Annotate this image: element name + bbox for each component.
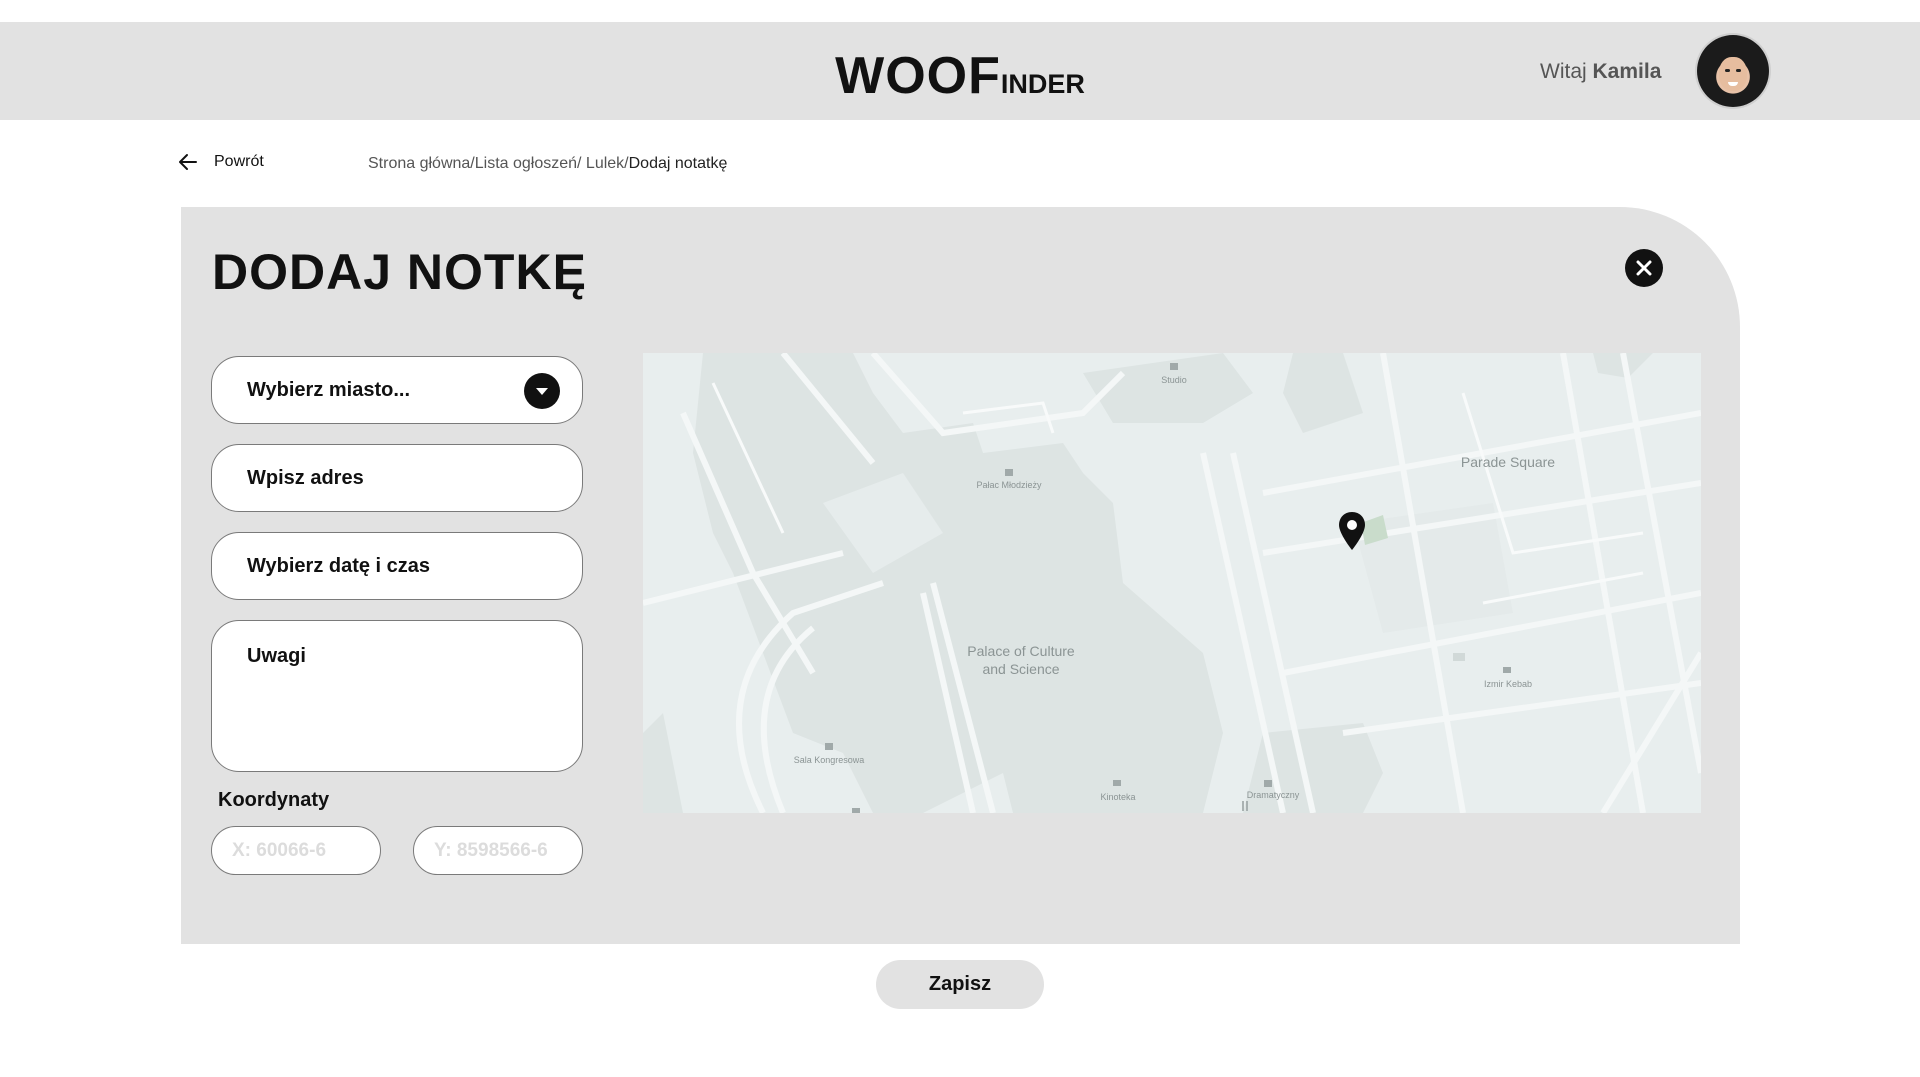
app-header: WOOFINDER Witaj Kamila — [0, 22, 1920, 120]
user-greeting: Witaj Kamila — [1540, 60, 1661, 84]
datetime-field-label: Wybierz datę i czas — [247, 554, 431, 577]
logo-suffix: INDER — [1000, 69, 1085, 99]
city-dropdown-button[interactable] — [524, 373, 560, 409]
map-label-parade-square: Parade Square — [1460, 454, 1556, 470]
notes-field[interactable]: Uwagi — [211, 620, 583, 772]
coord-y-input[interactable] — [413, 826, 583, 875]
arrow-left-icon — [179, 154, 197, 170]
back-label: Powrót — [214, 153, 264, 170]
breadcrumb-current: Dodaj notatkę — [628, 155, 728, 172]
coordinates-label: Koordynaty — [218, 789, 330, 811]
map-label-dramatyczny: Dramatyczny — [1246, 790, 1300, 800]
page-title: DODAJ NOTKĘ — [212, 244, 587, 300]
city-select-label: Wybierz miasto... — [247, 378, 411, 401]
add-note-panel: DODAJ NOTKĘ Wybierz miasto... Wpisz adre… — [181, 207, 1740, 944]
greeting-text: Witaj — [1540, 60, 1587, 83]
map-label-izmir-kebab: Izmir Kebab — [1483, 679, 1533, 689]
close-icon — [1636, 260, 1652, 276]
datetime-field[interactable]: Wybierz datę i czas — [211, 532, 583, 600]
map-label-palace-line1: Palace of Culture — [967, 643, 1075, 659]
address-field-label: Wpisz adres — [247, 466, 364, 489]
breadcrumb: Strona główna/Lista ogłoszeń/ Lulek/Doda… — [368, 155, 727, 173]
user-name: Kamila — [1592, 60, 1662, 83]
logo-main: WOOF — [835, 47, 1001, 105]
city-select[interactable]: Wybierz miasto... — [211, 356, 583, 424]
map-graphics — [643, 353, 1701, 813]
save-button[interactable]: Zapisz — [876, 960, 1044, 1009]
notes-field-label: Uwagi — [247, 645, 306, 667]
close-button[interactable] — [1625, 249, 1663, 287]
map-label-palace-line2: and Science — [982, 661, 1060, 677]
map-label-palac-mlodziezy: Pałac Młodzieży — [976, 480, 1042, 490]
address-field[interactable]: Wpisz adres — [211, 444, 583, 512]
chevron-down-icon — [536, 388, 548, 395]
breadcrumb-path[interactable]: Strona główna/Lista ogłoszeń/ Lulek/ — [368, 155, 629, 172]
back-button[interactable]: Powrót — [178, 152, 264, 172]
map-label-kinoteka: Kinoteka — [1100, 792, 1136, 802]
map-label-sala-kongresowa: Sala Kongresowa — [793, 755, 865, 765]
avatar-eye — [1725, 69, 1730, 72]
map-label-studio: Studio — [1161, 375, 1187, 385]
avatar[interactable] — [1697, 35, 1769, 107]
map-pin-icon[interactable] — [1337, 511, 1367, 551]
map-view[interactable]: Studio Pałac Młodzieży Parade Square Pal… — [643, 353, 1701, 813]
coord-x-input[interactable] — [211, 826, 381, 875]
avatar-eye — [1736, 69, 1741, 72]
